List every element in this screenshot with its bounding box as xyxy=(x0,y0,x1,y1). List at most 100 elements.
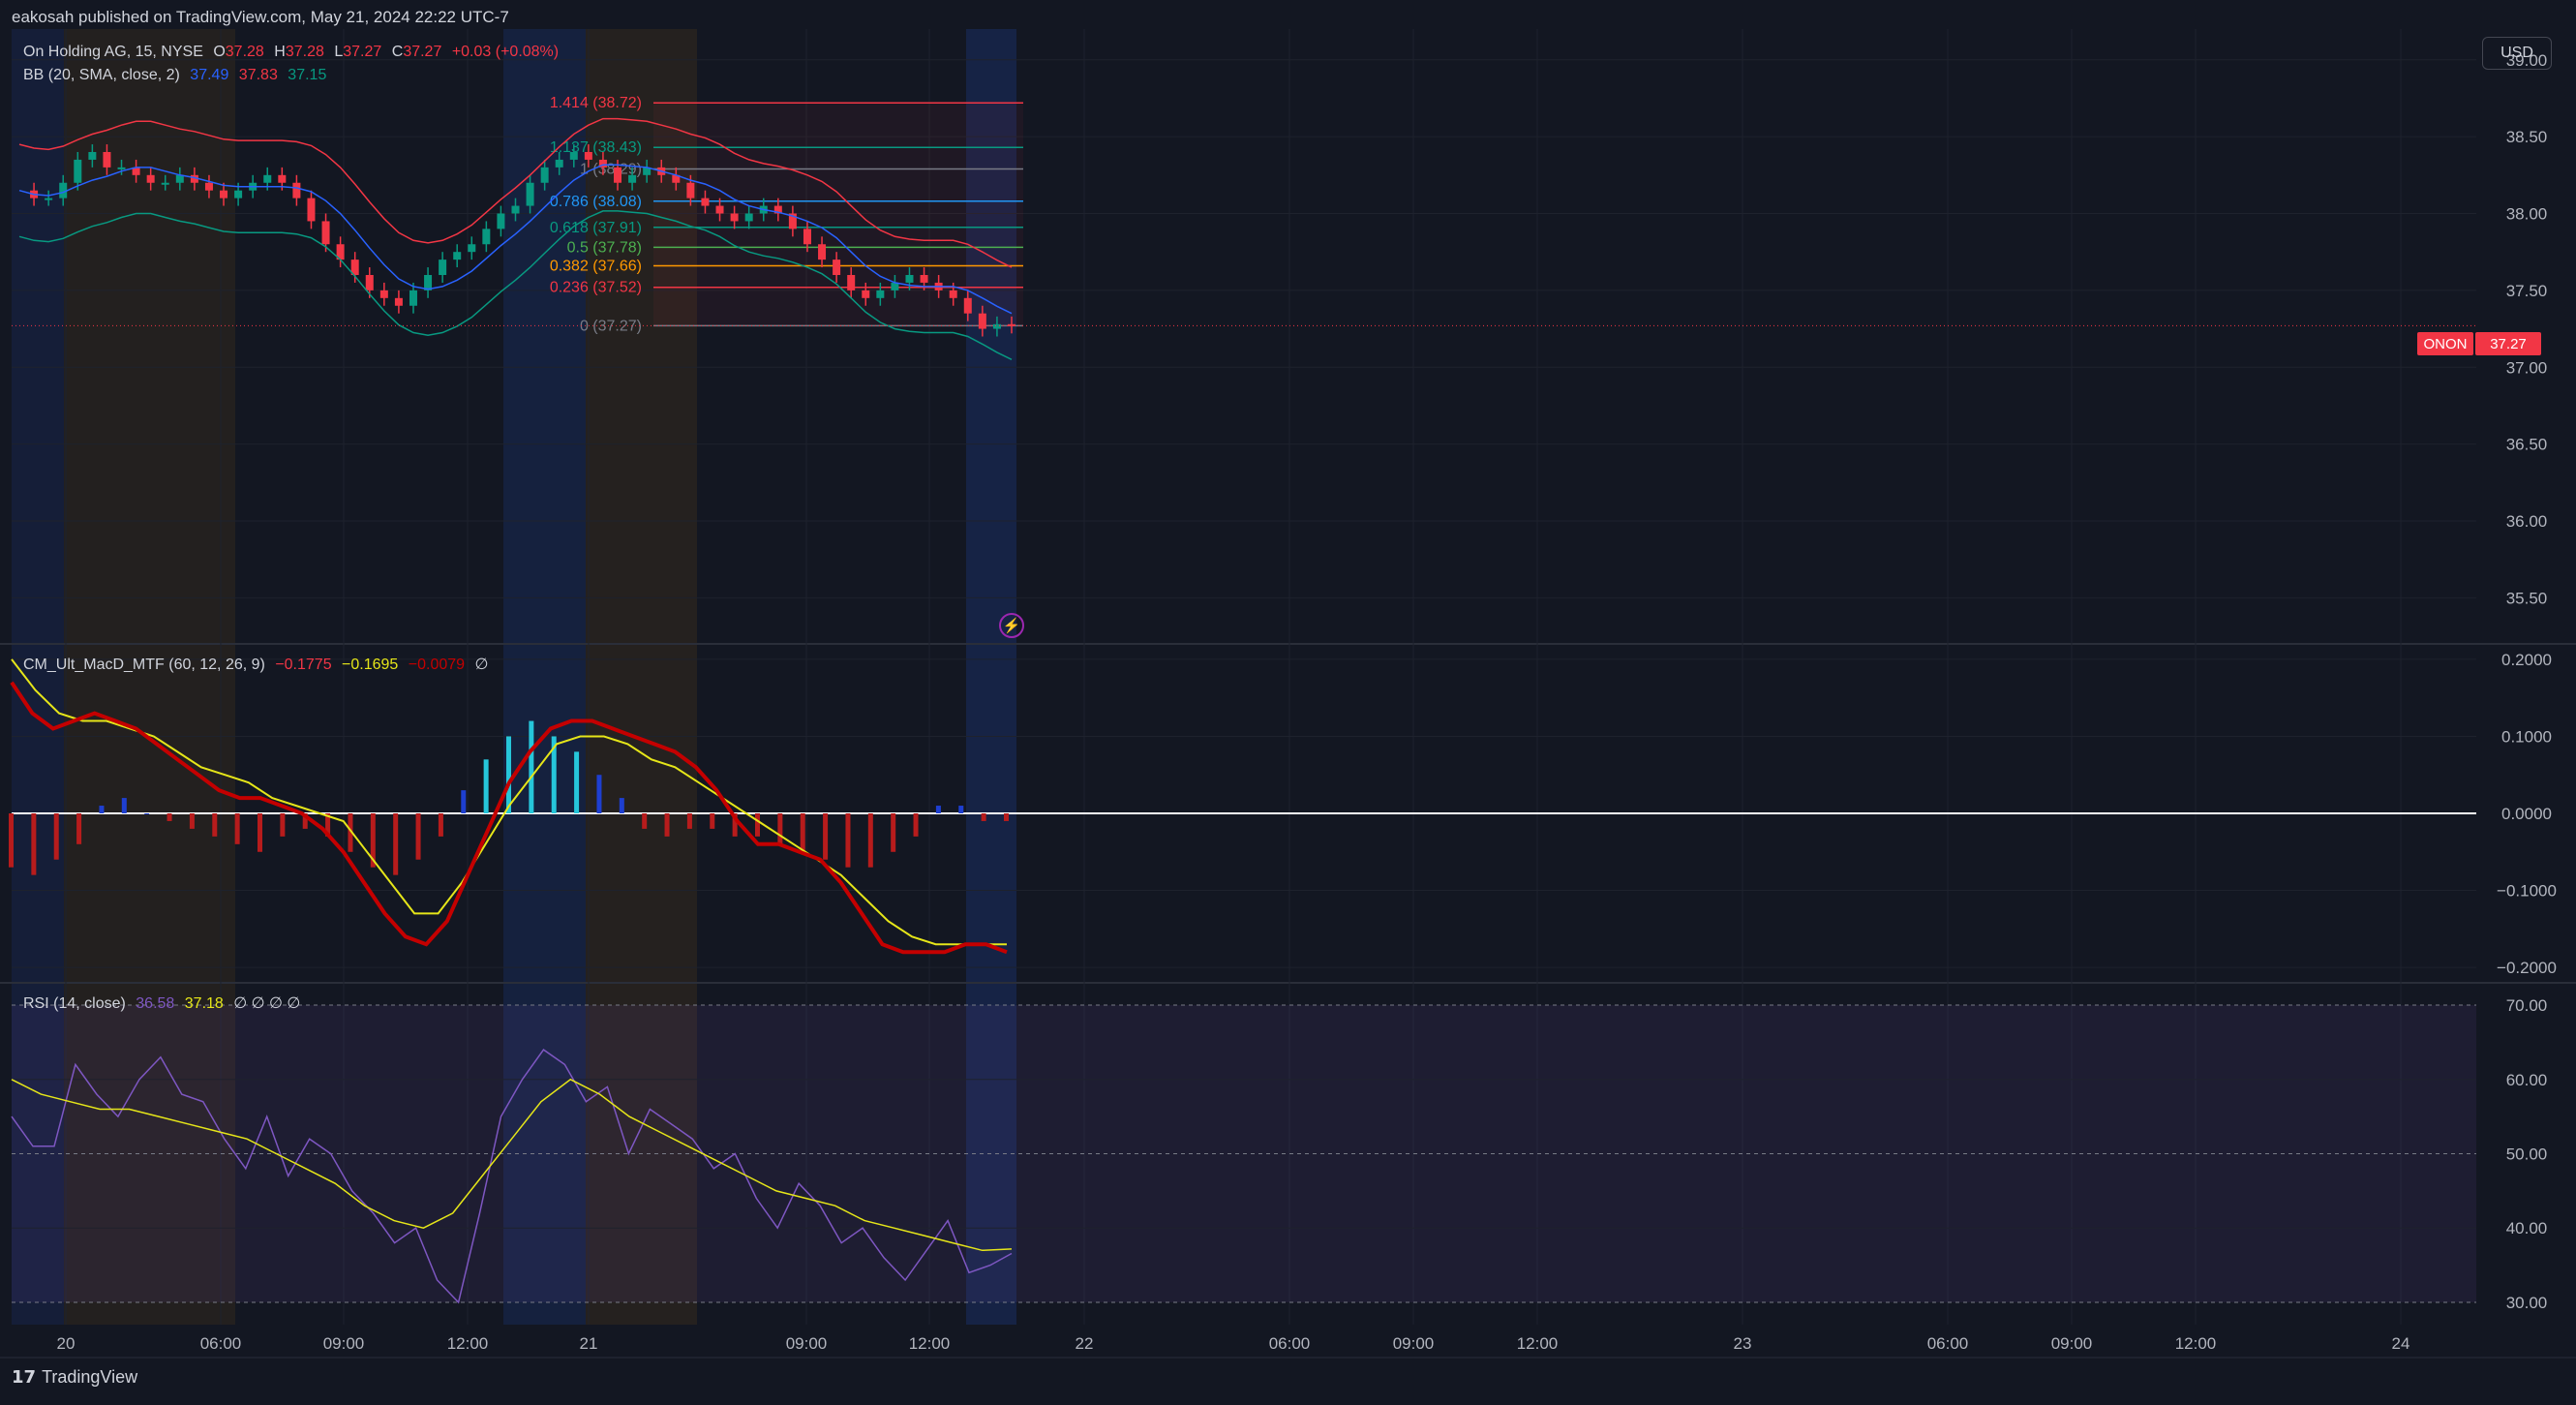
candle-body xyxy=(730,213,739,222)
candle-body xyxy=(278,174,287,183)
fib-level-label: 0.382 (37.66) xyxy=(550,258,642,274)
candle-body xyxy=(307,198,316,222)
macd-histogram-bar xyxy=(483,759,489,813)
candle-body xyxy=(292,182,301,199)
candle-body xyxy=(74,159,82,183)
candle-body xyxy=(818,244,827,260)
x-tick-label: 23 xyxy=(1734,1334,1752,1353)
chart-canvas[interactable]: 20 06:00 09:00 12:00 21 09:00 12:00 22 06:00 09:0… xyxy=(0,0,2576,1405)
footer-brand[interactable]: 𝟭𝟳 TradingView xyxy=(12,1367,137,1388)
y-tick-label: 38.50 xyxy=(2506,128,2548,146)
x-tick-label: 20 xyxy=(57,1334,76,1353)
y-tick-label: 60.00 xyxy=(2506,1071,2548,1089)
candle-body xyxy=(365,275,374,290)
x-tick-label: 24 xyxy=(2392,1334,2410,1353)
macd-histogram-bar xyxy=(529,720,534,813)
x-tick-label: 06:00 xyxy=(1269,1334,1311,1353)
macd-histogram-bar xyxy=(686,813,692,829)
y-tick-label: 36.50 xyxy=(2506,436,2548,454)
x-tick-label: 06:00 xyxy=(1927,1334,1969,1353)
footer-brand-text: TradingView xyxy=(42,1367,138,1387)
rsi-ma-value: 37.18 xyxy=(184,995,224,1012)
candle-body xyxy=(628,174,637,183)
fib-level-label: 0.5 (37.78) xyxy=(567,239,642,256)
high-value: 37.28 xyxy=(285,44,324,60)
candle-body xyxy=(963,297,972,314)
lightning-icon[interactable]: ⚡ xyxy=(999,613,1024,638)
macd-histogram-bar xyxy=(619,798,624,813)
macd-na-value: ∅ xyxy=(474,657,489,673)
change-value: +0.03 (+0.08%) xyxy=(451,44,560,60)
macd-histogram-bar xyxy=(506,736,511,813)
macd-histogram-bar xyxy=(99,806,105,813)
candle-body xyxy=(614,167,622,183)
x-tick-label: 21 xyxy=(580,1334,598,1353)
rsi-legend: RSI (14, close) 36.58 37.18 ∅ ∅ ∅ ∅ xyxy=(23,993,306,1013)
macd-histogram-bar xyxy=(596,775,602,813)
candle-body xyxy=(701,198,710,206)
x-tick-label: 12:00 xyxy=(909,1334,951,1353)
fib-level-label: 0.786 (38.08) xyxy=(550,194,642,210)
macd-histogram-bar xyxy=(1004,813,1009,821)
candle-body xyxy=(482,229,491,245)
x-tick-label: 12:00 xyxy=(447,1334,489,1353)
candle-body xyxy=(920,275,928,283)
macd-histogram-bar xyxy=(76,813,82,844)
low-value: 37.27 xyxy=(343,44,382,60)
candle-body xyxy=(161,182,169,185)
high-label: H xyxy=(274,44,286,60)
macd-histogram-bar xyxy=(935,806,941,813)
y-tick-label: 30.00 xyxy=(2506,1294,2548,1312)
macd-histogram-bar xyxy=(53,813,59,860)
macd-histogram-bar xyxy=(167,813,172,821)
candle-body xyxy=(117,167,126,169)
macd-histogram-bar xyxy=(461,790,467,813)
macd-histogram-bar xyxy=(867,813,873,868)
fib-level-label: 1.414 (38.72) xyxy=(550,95,642,111)
candle-body xyxy=(803,229,811,245)
x-tick-label: 12:00 xyxy=(2175,1334,2217,1353)
bb-legend: BB (20, SMA, close, 2) 37.49 37.83 37.15 xyxy=(23,67,332,84)
macd-name: CM_Ult_MacD_MTF (60, 12, 26, 9) xyxy=(23,657,265,673)
candle-body xyxy=(744,213,753,222)
macd-histogram-bar xyxy=(144,813,150,814)
macd-value: −0.1775 xyxy=(275,657,332,673)
candle-body xyxy=(555,159,563,168)
candle-body xyxy=(949,290,957,298)
macd-histogram-bar xyxy=(913,813,919,837)
candle-body xyxy=(540,167,549,183)
y-tick-label: 40.00 xyxy=(2506,1219,2548,1237)
macd-histogram-bar xyxy=(642,813,648,829)
y-tick-label: 0.2000 xyxy=(2501,651,2552,669)
close-value: 37.27 xyxy=(403,44,442,60)
y-tick-label: 37.50 xyxy=(2506,282,2548,300)
x-tick-label: 09:00 xyxy=(786,1334,828,1353)
candle-body xyxy=(468,244,476,253)
main-legend: On Holding AG, 15, NYSE O37.28 H37.28 L3… xyxy=(23,44,564,61)
macd-histogram-bar xyxy=(800,813,805,852)
candle-body xyxy=(439,260,447,275)
y-tick-label: 0.1000 xyxy=(2501,727,2552,746)
bb-upper-value: 37.83 xyxy=(238,67,278,83)
macd-histogram-bar xyxy=(415,813,421,860)
candle-body xyxy=(220,190,228,199)
candle-body xyxy=(146,174,155,183)
last-price-tag: 37.27 xyxy=(2475,332,2541,355)
x-tick-label: 09:00 xyxy=(1393,1334,1435,1353)
bb-lower-value: 37.15 xyxy=(288,67,327,83)
candle-body xyxy=(263,174,272,183)
bb-basis-value: 37.49 xyxy=(190,67,229,83)
x-tick-label: 09:00 xyxy=(323,1334,365,1353)
macd-histogram-bar xyxy=(31,813,37,875)
y-tick-label: 35.50 xyxy=(2506,589,2548,607)
x-tick-label: 09:00 xyxy=(2051,1334,2093,1353)
hist-value: −0.0079 xyxy=(408,657,466,673)
candle-body xyxy=(394,297,403,306)
candle-body xyxy=(453,252,462,260)
fib-level-label: 0.618 (37.91) xyxy=(550,220,642,236)
candle-body xyxy=(847,275,856,290)
currency-button[interactable]: USD xyxy=(2482,37,2552,70)
candle-body xyxy=(103,152,111,168)
fib-level-label: 1.137 (38.43) xyxy=(550,139,642,156)
candle-body xyxy=(686,182,695,199)
